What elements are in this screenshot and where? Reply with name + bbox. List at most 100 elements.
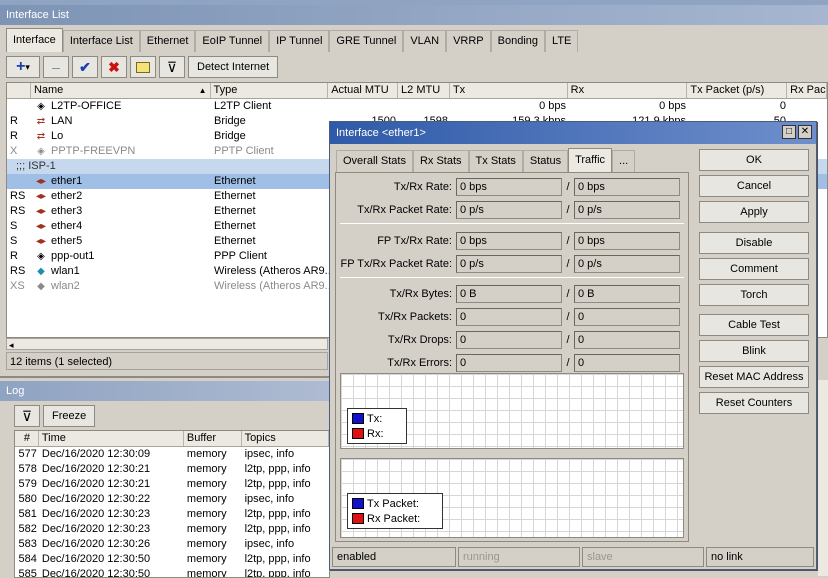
col-buffer[interactable]: Buffer (184, 431, 242, 446)
log-row[interactable]: 577 Dec/16/2020 12:30:09 memory ipsec, info (15, 447, 329, 462)
tx-packet-swatch (352, 498, 364, 509)
tab-bonding[interactable]: Bonding (490, 30, 546, 52)
row-type: Ethernet (214, 190, 256, 202)
rx-swatch (352, 428, 364, 439)
traffic-graph: Tx: Rx: (340, 373, 684, 449)
tab-interface[interactable]: Interface (6, 28, 63, 52)
col-type[interactable]: Type (211, 83, 329, 98)
row-type: Bridge (214, 130, 246, 142)
remove-button[interactable]: – (43, 56, 69, 78)
tx-bytes-value: 0 B (456, 285, 562, 303)
col-rx[interactable]: Rx (568, 83, 688, 98)
tab-vlan[interactable]: VLAN (403, 30, 447, 52)
row-flags: RS (10, 205, 26, 217)
log-window: Log ⊽ Freeze # Time Buffer Topics 577 Dec… (0, 376, 330, 578)
restore-icon[interactable]: □ (782, 125, 796, 139)
log-row[interactable]: 583 Dec/16/2020 12:30:26 memory ipsec, info (15, 537, 329, 552)
apply-button[interactable]: Apply (699, 201, 809, 223)
log-toolbar: ⊽ Freeze (14, 404, 96, 428)
items-count-status: 12 items (1 selected) (6, 352, 328, 370)
horizontal-scrollbar[interactable]: ◂ (6, 338, 328, 350)
disable-button[interactable]: Disable (699, 232, 809, 254)
enable-button[interactable]: ✔ (72, 56, 98, 78)
fp-tx-packet-rate-value: 0 p/s (456, 255, 562, 273)
tab-gre-tunnel[interactable]: GRE Tunnel (329, 30, 404, 52)
close-icon[interactable]: ✕ (798, 125, 812, 139)
torch-button[interactable]: Torch (699, 284, 809, 306)
row-name: wlan1 (51, 265, 80, 277)
tab-traffic[interactable]: Traffic (568, 148, 613, 172)
add-button[interactable]: + ▾ (6, 56, 40, 78)
cancel-button[interactable]: Cancel (699, 175, 809, 197)
freeze-button[interactable]: Freeze (43, 405, 96, 427)
status-enabled: enabled (332, 547, 456, 567)
legend-rx: Rx: (352, 426, 402, 441)
tab-ip-tunnel[interactable]: IP Tunnel (269, 30, 330, 52)
traffic-panel: Tx/Rx Rate: 0 bps / 0 bps Tx/Rx Packet R… (335, 172, 689, 542)
log-row[interactable]: 579 Dec/16/2020 12:30:21 memory l2tp, ppp, … (15, 477, 329, 492)
col-tx-packet[interactable]: Tx Packet (p/s) (687, 83, 788, 98)
log-filter-button[interactable]: ⊽ (14, 405, 40, 427)
log-row[interactable]: 578 Dec/16/2020 12:30:21 memory l2tp, ppp, … (15, 462, 329, 477)
reset-mac-address-button[interactable]: Reset MAC Address (699, 366, 809, 388)
tab-status[interactable]: Status (522, 150, 569, 172)
interface-toolbar: + ▾ – ✔ ✖ ▭ ⊽ Detect Internet (6, 55, 279, 79)
row-type: Wireless (Atheros AR9... (214, 280, 329, 292)
tab-rx-stats[interactable]: Rx Stats (412, 150, 469, 172)
log-row[interactable]: 580 Dec/16/2020 12:30:22 memory ipsec, info (15, 492, 329, 507)
tab-eoip-tunnel[interactable]: EoIP Tunnel (195, 30, 270, 52)
row-tx-packet: 0 (779, 100, 786, 112)
col-rx-packet[interactable]: Rx Pack (787, 83, 827, 98)
col-num[interactable]: # (15, 431, 39, 446)
log-row[interactable]: 582 Dec/16/2020 12:30:23 memory l2tp, ppp, … (15, 522, 329, 537)
col-time[interactable]: Time (39, 431, 184, 446)
filter-button[interactable]: ⊽ (159, 56, 185, 78)
blink-button[interactable]: Blink (699, 340, 809, 362)
comment-button[interactable]: Comment (699, 258, 809, 280)
ok-button[interactable]: OK (699, 149, 809, 171)
traffic-legend: Tx: Rx: (347, 408, 407, 444)
tab-vrrp[interactable]: VRRP (446, 30, 491, 52)
row-type: Bridge (214, 115, 246, 127)
cable-test-button[interactable]: Cable Test (699, 314, 809, 336)
disable-button[interactable]: ✖ (101, 56, 127, 78)
table-row[interactable]: ◈ L2TP-OFFICE L2TP Client 0 bps 0 bps 0 (7, 99, 827, 114)
tab-interface-list[interactable]: Interface List (62, 30, 140, 52)
log-table: # Time Buffer Topics 577 Dec/16/2020 12:3… (14, 430, 330, 578)
col-flags[interactable] (7, 83, 31, 98)
row-type: Ethernet (214, 235, 256, 247)
row-flags: R (10, 130, 18, 142)
packet-legend: Tx Packet: Rx Packet: (347, 493, 443, 529)
col-topics[interactable]: Topics (242, 431, 329, 446)
tx-packet-rate-value: 0 p/s (456, 201, 562, 219)
log-row[interactable]: 585 Dec/16/2020 12:30:50 memory l2tp, ppp, … (15, 567, 329, 577)
detect-internet-button[interactable]: Detect Internet (188, 56, 279, 78)
legend-rx-packet: Rx Packet: (352, 511, 438, 526)
legend-tx: Tx: (352, 411, 402, 426)
scroll-left-icon[interactable]: ◂ (7, 340, 14, 350)
log-table-header: # Time Buffer Topics (15, 431, 329, 447)
log-row[interactable]: 584 Dec/16/2020 12:30:50 memory l2tp, ppp, … (15, 552, 329, 567)
tab-ethernet[interactable]: Ethernet (139, 30, 196, 52)
status-slave: slave (582, 547, 704, 567)
rx-packet-rate-value: 0 p/s (574, 201, 680, 219)
reset-counters-button[interactable]: Reset Counters (699, 392, 809, 414)
row-name: ether4 (51, 220, 83, 232)
log-row[interactable]: 581 Dec/16/2020 12:30:23 memory l2tp, ppp, … (15, 507, 329, 522)
row-type: Ethernet (214, 205, 256, 217)
col-name[interactable]: Name ▲ (31, 83, 211, 98)
tab-more[interactable]: ... (612, 150, 636, 172)
col-l2-mtu[interactable]: L2 MTU (398, 83, 450, 98)
tx-drops-value: 0 (456, 331, 562, 349)
tx-rate-value: 0 bps (456, 178, 562, 196)
row-type: Ethernet (214, 175, 256, 187)
tab-lte[interactable]: LTE (545, 30, 579, 52)
tab-overall-stats[interactable]: Overall Stats (336, 150, 413, 172)
rx-rate-value: 0 bps (574, 178, 680, 196)
col-actual-mtu[interactable]: Actual MTU (328, 83, 399, 98)
x-icon: ✖ (108, 58, 120, 75)
comment-button[interactable]: ▭ (130, 56, 156, 78)
tab-tx-stats[interactable]: Tx Stats (468, 150, 523, 172)
field-tx-rx-errors: Tx/Rx Errors: 0 / 0 (336, 354, 680, 372)
col-tx[interactable]: Tx (450, 83, 568, 98)
